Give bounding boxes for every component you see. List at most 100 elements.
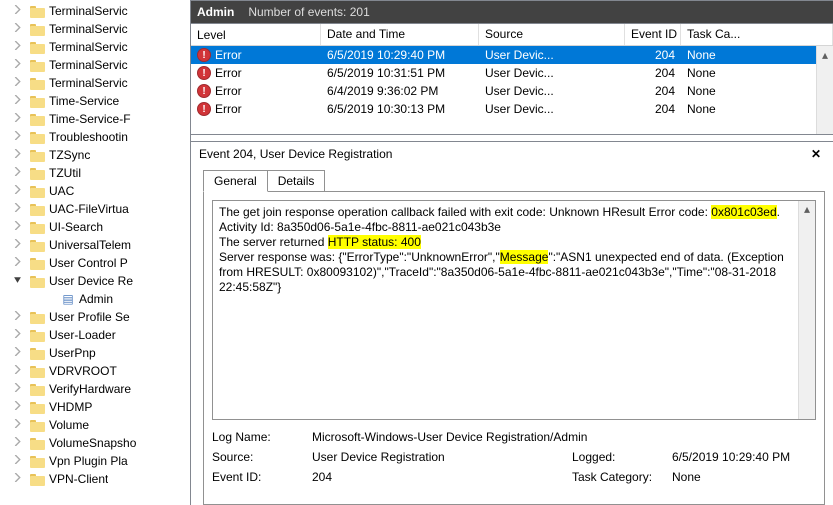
tree-item-folder[interactable]: UserPnp [0, 344, 189, 362]
chevron-right-icon[interactable] [12, 400, 22, 410]
table-row[interactable]: !Error6/5/2019 10:29:40 PMUser Devic...2… [191, 46, 833, 64]
header-title: Admin [197, 5, 234, 19]
table-row[interactable]: !Error6/4/2019 9:36:02 PMUser Devic...20… [191, 82, 833, 100]
folder-icon [30, 166, 46, 180]
tree-item-folder[interactable]: VDRVROOT [0, 362, 189, 380]
folder-icon [30, 256, 46, 270]
scroll-up-icon[interactable]: ▴ [799, 201, 815, 218]
chevron-right-icon[interactable] [12, 4, 22, 14]
tree-item-label: Vpn Plugin Pla [49, 454, 128, 468]
chevron-right-icon[interactable] [12, 166, 22, 176]
error-icon: ! [197, 102, 211, 116]
chevron-right-icon[interactable] [12, 220, 22, 230]
message-scrollbar[interactable]: ▴ [798, 201, 815, 419]
chevron-right-icon[interactable] [12, 112, 22, 122]
col-date[interactable]: Date and Time [321, 24, 479, 45]
chevron-right-icon[interactable] [12, 364, 22, 374]
chevron-right-icon[interactable] [12, 76, 22, 86]
chevron-right-icon[interactable] [12, 184, 22, 194]
tree-item-folder[interactable]: VPN-Client [0, 470, 189, 488]
chevron-right-icon[interactable] [12, 436, 22, 446]
tree-item-label: TerminalServic [49, 76, 128, 90]
tree-item-folder[interactable]: Time-Service-F [0, 110, 189, 128]
tree-pane[interactable]: TerminalServicTerminalServicTerminalServ… [0, 0, 190, 505]
chevron-right-icon[interactable] [12, 22, 22, 32]
msg-text: Activity Id: 8a350d06-5a1e-4fbc-8811-ae0… [219, 220, 501, 234]
tree-item-folder[interactable]: TerminalServic [0, 2, 189, 20]
tree-item-label: User Profile Se [49, 310, 130, 324]
tree-item-folder[interactable]: User-Loader [0, 326, 189, 344]
tree-item-label: Admin [79, 292, 113, 306]
chevron-right-icon[interactable] [12, 418, 22, 428]
tree-item-folder[interactable]: Time-Service [0, 92, 189, 110]
chevron-right-icon[interactable] [12, 346, 22, 356]
chevron-right-icon[interactable] [12, 202, 22, 212]
value-event-id: 204 [312, 470, 572, 484]
tree-item-folder[interactable]: Troubleshootin [0, 128, 189, 146]
tree-item-label: UserPnp [49, 346, 96, 360]
value-source: User Device Registration [312, 450, 572, 464]
tree-item-label: UI-Search [49, 220, 103, 234]
tree-item-folder[interactable]: UniversalTelem [0, 236, 189, 254]
tree-item-label: UniversalTelem [49, 238, 131, 252]
log-icon: ▤ [60, 292, 76, 306]
chevron-right-icon[interactable] [12, 40, 22, 50]
tab-details[interactable]: Details [267, 170, 326, 192]
folder-icon [30, 220, 46, 234]
tree-item-admin[interactable]: ▤Admin [0, 290, 189, 308]
tree-item-folder[interactable]: UI-Search [0, 218, 189, 236]
scroll-up-icon[interactable]: ▴ [817, 46, 833, 63]
tree-item-folder[interactable]: UAC-FileVirtua [0, 200, 189, 218]
tree-item-folder[interactable]: TZSync [0, 146, 189, 164]
chevron-right-icon[interactable] [12, 382, 22, 392]
tree-item-folder[interactable]: User Device Re [0, 272, 189, 290]
value-task-category: None [672, 470, 816, 484]
tree-item-folder[interactable]: User Profile Se [0, 308, 189, 326]
col-source[interactable]: Source [479, 24, 625, 45]
chevron-right-icon[interactable] [12, 130, 22, 140]
folder-icon [30, 22, 46, 36]
cell-source: User Devic... [479, 102, 625, 116]
tree-item-folder[interactable]: VHDMP [0, 398, 189, 416]
tree-item-folder[interactable]: User Control P [0, 254, 189, 272]
col-task-category[interactable]: Task Ca... [681, 24, 833, 45]
col-level[interactable]: Level [191, 24, 321, 45]
chevron-right-icon[interactable] [12, 328, 22, 338]
tree-item-label: Time-Service-F [49, 112, 131, 126]
chevron-right-icon[interactable] [12, 148, 22, 158]
tree-item-folder[interactable]: TerminalServic [0, 20, 189, 38]
folder-icon [30, 94, 46, 108]
close-icon[interactable]: ✕ [811, 147, 825, 161]
table-row[interactable]: !Error6/5/2019 10:30:13 PMUser Devic...2… [191, 100, 833, 118]
chevron-down-icon[interactable] [12, 274, 22, 284]
tree-item-folder[interactable]: VolumeSnapsho [0, 434, 189, 452]
tree-item-folder[interactable]: UAC [0, 182, 189, 200]
tree-item-folder[interactable]: Volume [0, 416, 189, 434]
chevron-right-icon[interactable] [12, 238, 22, 248]
tree-item-folder[interactable]: TerminalServic [0, 56, 189, 74]
tab-body-general: The get join response operation callback… [203, 191, 825, 505]
header-bar: Admin Number of events: 201 [191, 1, 833, 23]
chevron-right-icon[interactable] [12, 58, 22, 68]
table-scrollbar[interactable]: ▴ [816, 46, 833, 134]
chevron-right-icon[interactable] [12, 472, 22, 482]
tree-item-folder[interactable]: VerifyHardware [0, 380, 189, 398]
tree-item-folder[interactable]: TerminalServic [0, 74, 189, 92]
cell-source: User Devic... [479, 84, 625, 98]
tree-item-folder[interactable]: TerminalServic [0, 38, 189, 56]
tree-item-folder[interactable]: Vpn Plugin Pla [0, 452, 189, 470]
table-header: Level Date and Time Source Event ID Task… [191, 24, 833, 46]
chevron-right-icon[interactable] [12, 310, 22, 320]
tree-item-label: TZSync [49, 148, 90, 162]
folder-icon [30, 112, 46, 126]
tab-general[interactable]: General [203, 170, 268, 192]
folder-icon [30, 382, 46, 396]
col-event-id[interactable]: Event ID [625, 24, 681, 45]
chevron-right-icon[interactable] [12, 94, 22, 104]
table-row[interactable]: !Error6/5/2019 10:31:51 PMUser Devic...2… [191, 64, 833, 82]
chevron-right-icon[interactable] [12, 454, 22, 464]
error-icon: ! [197, 48, 211, 62]
chevron-right-icon[interactable] [12, 256, 22, 266]
tree-item-folder[interactable]: TZUtil [0, 164, 189, 182]
tree-item-label: TZUtil [49, 166, 81, 180]
